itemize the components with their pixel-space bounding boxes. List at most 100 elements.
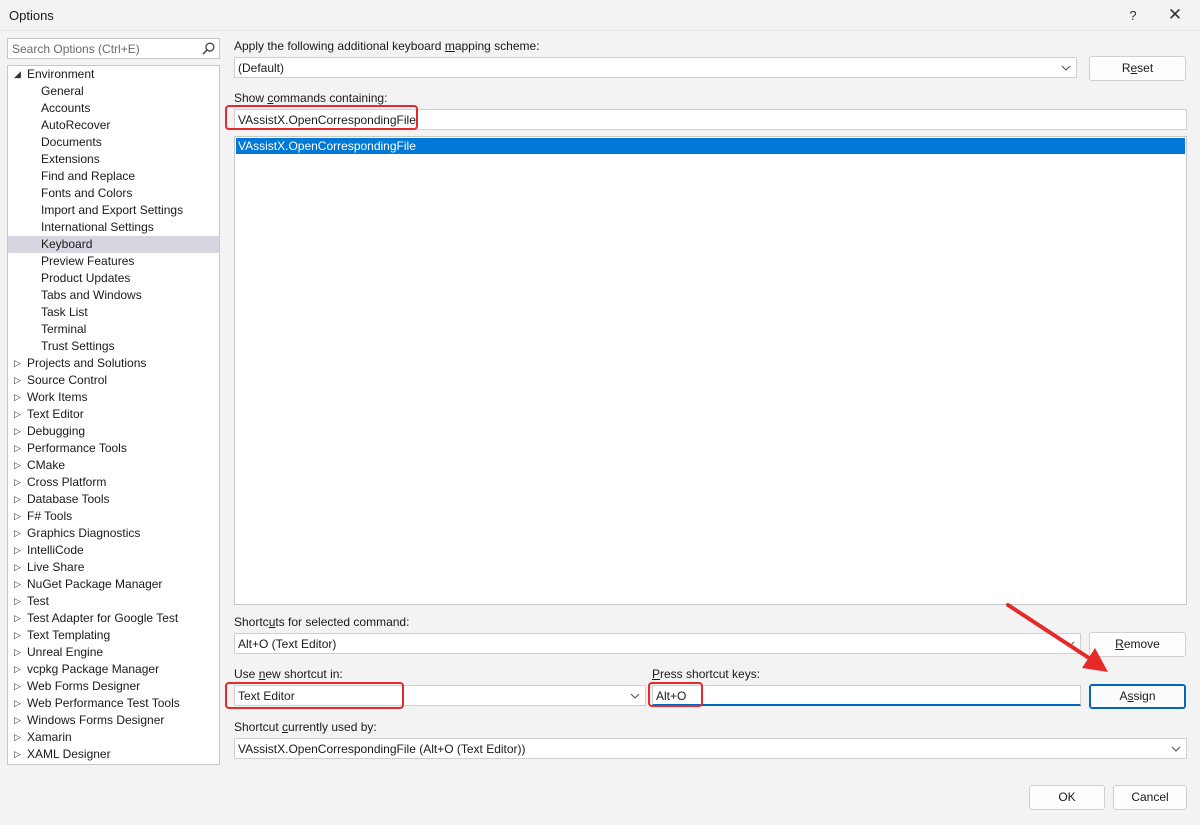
collapsed-arrow-icon[interactable]: ▷ (14, 593, 24, 610)
tree-item-label: Test (27, 594, 50, 608)
tree-item[interactable]: ▷ Graphics Diagnostics (8, 525, 219, 542)
tree-item[interactable]: Product Updates (8, 270, 219, 287)
use-new-shortcut-combo[interactable]: Text Editor (234, 685, 646, 706)
list-item[interactable]: VAssistX.OpenCorrespondingFile (236, 138, 1185, 154)
tree-item[interactable]: Tabs and Windows (8, 287, 219, 304)
tree-item-label: Extensions (41, 152, 100, 166)
tree-item-label: Performance Tools (27, 441, 127, 455)
tree-item[interactable]: Terminal (8, 321, 219, 338)
tree-item[interactable]: Keyboard (8, 236, 219, 253)
tree-item[interactable]: ▷ Unreal Engine (8, 644, 219, 661)
tree-item-label: Source Control (27, 373, 108, 387)
collapsed-arrow-icon[interactable]: ▷ (14, 372, 24, 389)
tree-item-label: AutoRecover (41, 118, 111, 132)
tree-item[interactable]: Fonts and Colors (8, 185, 219, 202)
expanded-arrow-icon[interactable]: ◢ (14, 66, 24, 83)
tree-item-label: Debugging (27, 424, 86, 438)
tree-item[interactable]: ▷ vcpkg Package Manager (8, 661, 219, 678)
remove-button[interactable]: Remove (1089, 632, 1186, 657)
shortcuts-combo[interactable]: Alt+O (Text Editor) (234, 633, 1081, 654)
collapsed-arrow-icon[interactable]: ▷ (14, 661, 24, 678)
mapping-scheme-combo[interactable]: (Default) (234, 57, 1077, 78)
collapsed-arrow-icon[interactable]: ▷ (14, 508, 24, 525)
tree-item[interactable]: ▷ NuGet Package Manager (8, 576, 219, 593)
tree-item[interactable]: ▷ Web Performance Test Tools (8, 695, 219, 712)
tree-item[interactable]: ▷ Test Adapter for Google Test (8, 610, 219, 627)
search-options-box[interactable] (7, 38, 220, 59)
tree-item[interactable]: ▷ Projects and Solutions (8, 355, 219, 372)
search-icon[interactable] (201, 41, 216, 56)
ok-button[interactable]: OK (1029, 785, 1105, 810)
collapsed-arrow-icon[interactable]: ▷ (14, 355, 24, 372)
show-commands-input[interactable]: VAssistX.OpenCorrespondingFile (234, 109, 1187, 130)
tree-item[interactable]: Preview Features (8, 253, 219, 270)
tree-item[interactable]: ▷ CMake (8, 457, 219, 474)
tree-item-label: CMake (27, 458, 66, 472)
collapsed-arrow-icon[interactable]: ▷ (14, 610, 24, 627)
chevron-down-icon (1171, 746, 1181, 752)
collapsed-arrow-icon[interactable]: ▷ (14, 644, 24, 661)
show-commands-label: Show commands containing: (234, 91, 388, 105)
tree-item[interactable]: ▷ Cross Platform (8, 474, 219, 491)
reset-button[interactable]: Reset (1089, 56, 1186, 81)
tree-item[interactable]: Find and Replace (8, 168, 219, 185)
tree-item[interactable]: ▷ Database Tools (8, 491, 219, 508)
collapsed-arrow-icon[interactable]: ▷ (14, 542, 24, 559)
collapsed-arrow-icon[interactable]: ▷ (14, 746, 24, 763)
tree-item[interactable]: ▷ Xamarin (8, 729, 219, 746)
tree-item[interactable]: ▷ Live Share (8, 559, 219, 576)
tree-item[interactable]: ▷ Web Forms Designer (8, 678, 219, 695)
tree-item-label: Work Items (27, 390, 88, 404)
tree-item-label: Test Adapter for Google Test (27, 611, 179, 625)
tree-item-label: F# Tools (27, 509, 73, 523)
tree-item[interactable]: ▷ Performance Tools (8, 440, 219, 457)
tree-item[interactable]: Task List (8, 304, 219, 321)
collapsed-arrow-icon[interactable]: ▷ (14, 457, 24, 474)
collapsed-arrow-icon[interactable]: ▷ (14, 423, 24, 440)
search-input[interactable] (8, 39, 198, 58)
collapsed-arrow-icon[interactable]: ▷ (14, 491, 24, 508)
assign-button[interactable]: Assign (1089, 684, 1186, 709)
tree-item[interactable]: Accounts (8, 100, 219, 117)
tree-item[interactable]: ▷ Text Editor (8, 406, 219, 423)
tree-item[interactable]: ◢ Environment (8, 66, 219, 83)
collapsed-arrow-icon[interactable]: ▷ (14, 729, 24, 746)
mapping-scheme-value: (Default) (238, 61, 285, 75)
tree-item[interactable]: Trust Settings (8, 338, 219, 355)
collapsed-arrow-icon[interactable]: ▷ (14, 627, 24, 644)
tree-item[interactable]: ▷ Windows Forms Designer (8, 712, 219, 729)
tree-item[interactable]: ▷ Debugging (8, 423, 219, 440)
tree-item-label: Windows Forms Designer (27, 713, 165, 727)
tree-item[interactable]: General (8, 83, 219, 100)
tree-item[interactable]: Documents (8, 134, 219, 151)
help-button[interactable]: ? (1110, 0, 1156, 30)
tree-item[interactable]: Extensions (8, 151, 219, 168)
collapsed-arrow-icon[interactable]: ▷ (14, 576, 24, 593)
tree-item[interactable]: ▷ Work Items (8, 389, 219, 406)
currently-used-by-combo[interactable]: VAssistX.OpenCorrespondingFile (Alt+O (T… (234, 738, 1187, 759)
commands-list[interactable]: VAssistX.OpenCorrespondingFile (234, 136, 1187, 605)
tree-item[interactable]: ▷ XAML Designer (8, 746, 219, 763)
collapsed-arrow-icon[interactable]: ▷ (14, 695, 24, 712)
collapsed-arrow-icon[interactable]: ▷ (14, 525, 24, 542)
collapsed-arrow-icon[interactable]: ▷ (14, 678, 24, 695)
tree-item[interactable]: International Settings (8, 219, 219, 236)
cancel-button[interactable]: Cancel (1113, 785, 1187, 810)
tree-item-label: Keyboard (41, 237, 93, 251)
collapsed-arrow-icon[interactable]: ▷ (14, 389, 24, 406)
collapsed-arrow-icon[interactable]: ▷ (14, 440, 24, 457)
tree-item[interactable]: AutoRecover (8, 117, 219, 134)
close-button[interactable]: ✕ (1152, 0, 1198, 30)
collapsed-arrow-icon[interactable]: ▷ (14, 474, 24, 491)
collapsed-arrow-icon[interactable]: ▷ (14, 406, 24, 423)
press-shortcut-keys-input[interactable]: Alt+O (652, 685, 1081, 706)
tree-item[interactable]: ▷ Text Templating (8, 627, 219, 644)
tree-item[interactable]: ▷ Test (8, 593, 219, 610)
collapsed-arrow-icon[interactable]: ▷ (14, 559, 24, 576)
tree-item[interactable]: ▷ Source Control (8, 372, 219, 389)
options-tree[interactable]: ◢ Environment General Accounts AutoRecover Do… (7, 65, 220, 765)
collapsed-arrow-icon[interactable]: ▷ (14, 712, 24, 729)
tree-item[interactable]: ▷ F# Tools (8, 508, 219, 525)
tree-item[interactable]: ▷ IntelliCode (8, 542, 219, 559)
tree-item[interactable]: Import and Export Settings (8, 202, 219, 219)
